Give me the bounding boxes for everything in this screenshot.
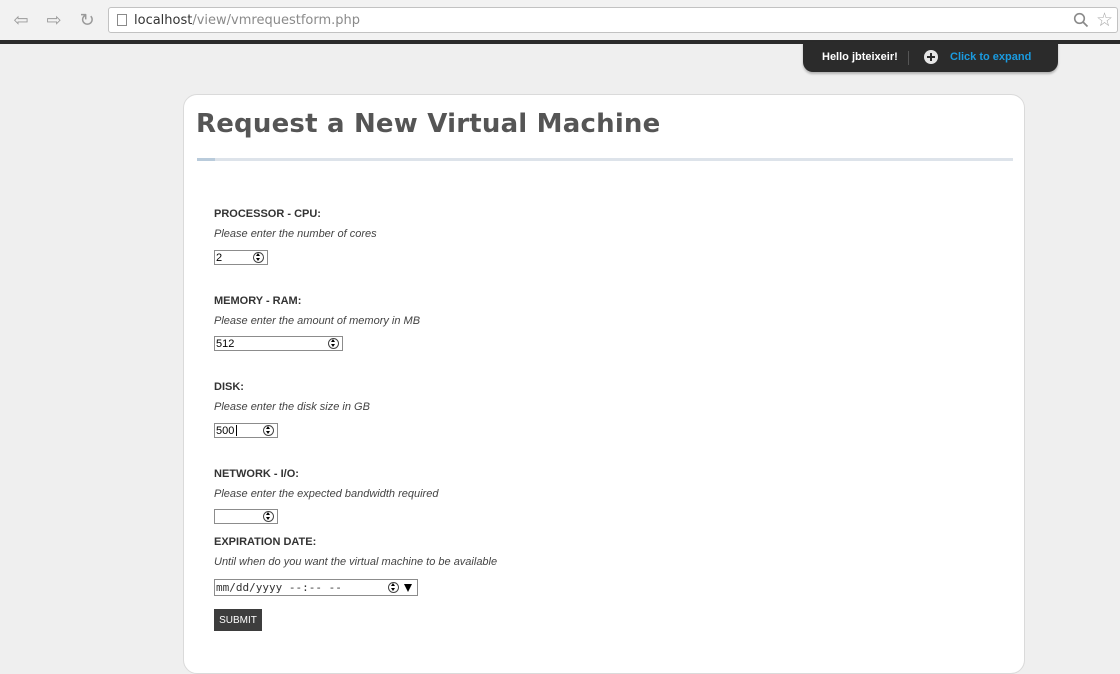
expiration-placeholder: mm/dd/yyyy --:-- -- (216, 581, 342, 594)
request-form-panel: Request a New Virtual Machine PROCESSOR … (183, 94, 1025, 674)
cpu-cores-input[interactable]: 2 (214, 250, 268, 265)
memory-label: MEMORY - RAM: (214, 295, 302, 307)
disk-value: 500 (216, 425, 235, 437)
text-cursor (236, 425, 237, 436)
network-input[interactable] (214, 509, 278, 524)
reload-icon[interactable]: ↻ (74, 8, 100, 32)
disk-input[interactable]: 500 (214, 423, 278, 438)
memory-help: Please enter the amount of memory in MB (214, 315, 421, 327)
forward-arrow-icon[interactable]: ⇨ (41, 8, 67, 32)
cpu-cores-value: 2 (216, 252, 223, 264)
network-help: Please enter the expected bandwidth requ… (214, 488, 439, 500)
back-arrow-icon[interactable]: ⇦ (8, 8, 34, 32)
expiration-spinner-icon[interactable] (388, 582, 399, 593)
disk-label: DISK: (214, 381, 244, 393)
page-title: Request a New Virtual Machine (196, 109, 661, 139)
expand-link[interactable]: Click to expand (950, 51, 1031, 63)
submit-button[interactable]: SUBMIT (214, 609, 262, 631)
tab-divider (908, 51, 909, 65)
cpu-spinner-icon[interactable] (253, 252, 264, 263)
browser-toolbar: ⇦ ⇨ ↻ localhost/view/vmrequestform.php ☆ (0, 0, 1120, 40)
network-label: NETWORK - I/O: (214, 468, 299, 480)
address-bar[interactable]: localhost/view/vmrequestform.php ☆ (108, 7, 1118, 33)
cpu-help: Please enter the number of cores (214, 228, 377, 240)
search-icon[interactable] (1073, 12, 1089, 28)
disk-help: Please enter the disk size in GB (214, 401, 370, 413)
memory-value: 512 (216, 338, 235, 350)
user-tab: Hello jbteixeir! Click to expand (803, 42, 1058, 72)
network-spinner-icon[interactable] (263, 511, 274, 522)
address-url[interactable]: localhost/view/vmrequestform.php (134, 13, 360, 28)
chevron-down-icon[interactable] (404, 584, 412, 592)
disk-spinner-icon[interactable] (263, 425, 274, 436)
expiration-label: EXPIRATION DATE: (214, 536, 317, 548)
bookmark-star-icon[interactable]: ☆ (1096, 9, 1113, 32)
expiration-help: Until when do you want the virtual machi… (214, 556, 498, 568)
memory-input[interactable]: 512 (214, 336, 343, 351)
expiration-datetime-input[interactable]: mm/dd/yyyy --:-- -- (214, 579, 418, 596)
memory-spinner-icon[interactable] (328, 338, 339, 349)
title-divider (197, 158, 1013, 161)
greeting-text: Hello jbteixeir! (822, 51, 898, 63)
page-icon (117, 14, 127, 26)
cpu-label: PROCESSOR - CPU: (214, 208, 321, 220)
plus-icon[interactable] (924, 50, 938, 64)
